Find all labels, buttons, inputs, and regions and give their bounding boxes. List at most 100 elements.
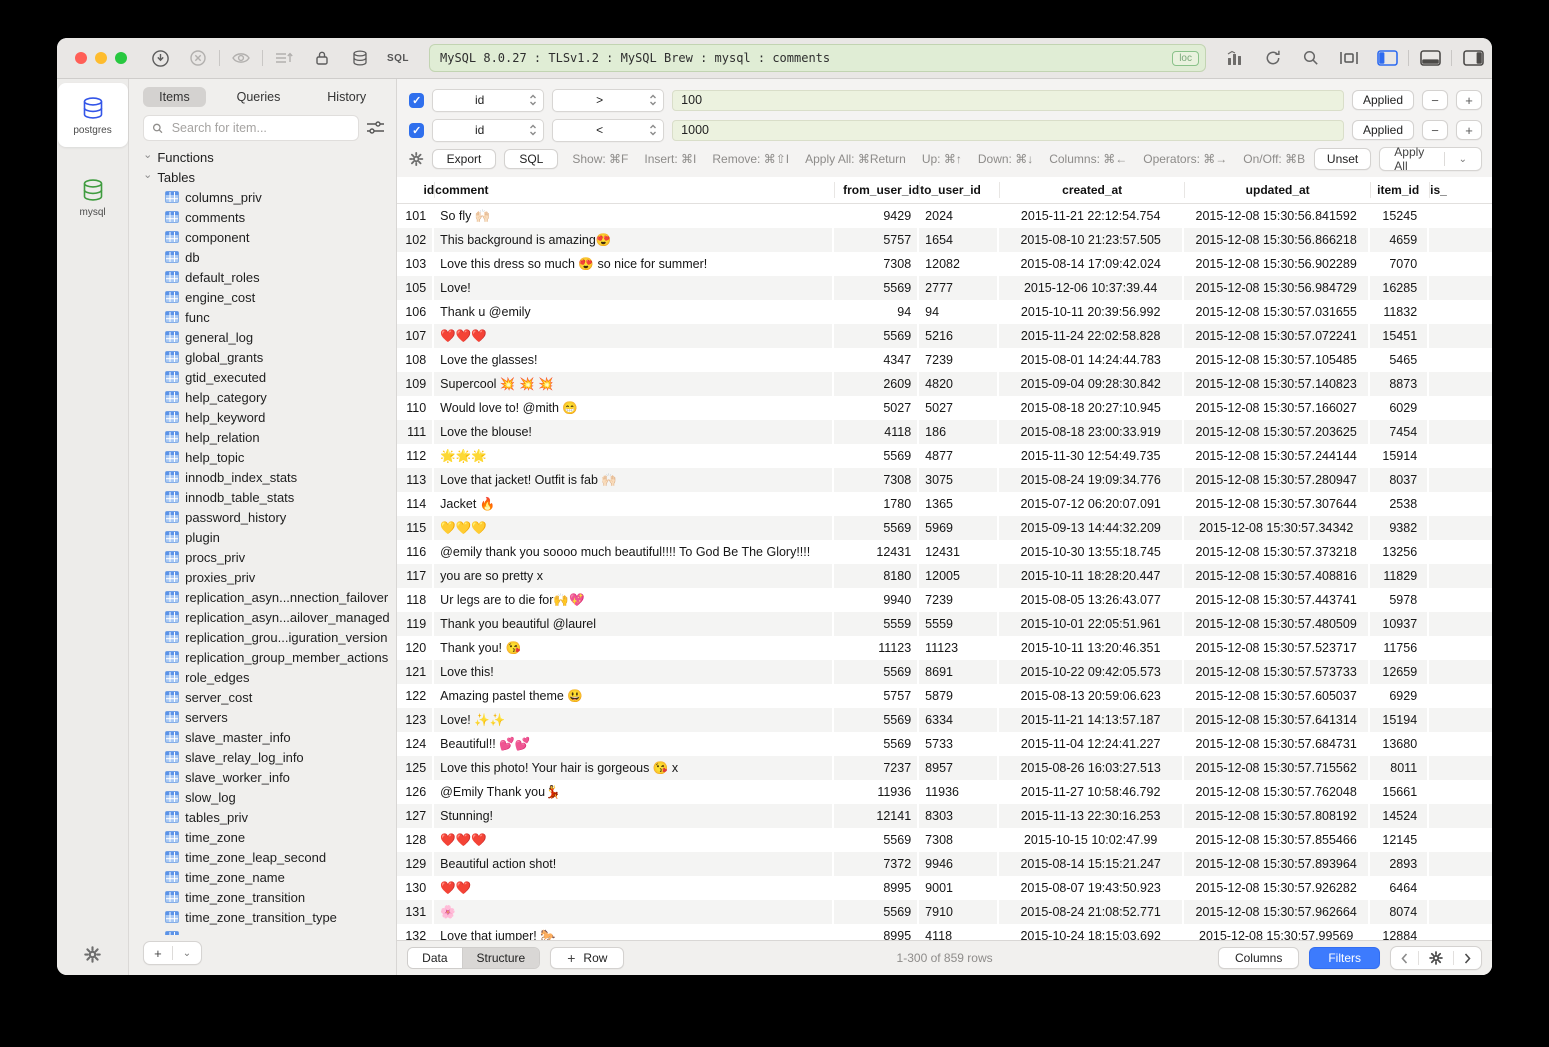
filter-1-applied-button[interactable]: Applied: [1352, 90, 1414, 110]
cell-updated_at[interactable]: 2015-12-08 15:30:56.866218: [1184, 228, 1370, 252]
cell-id[interactable]: 128: [397, 828, 434, 852]
cell-is_[interactable]: [1429, 468, 1464, 492]
cell-from_user_id[interactable]: 9429: [834, 204, 919, 228]
cell-created_at[interactable]: 2015-09-13 14:44:32.209: [999, 516, 1184, 540]
table-row[interactable]: 116@emily thank you soooo much beautiful…: [397, 540, 1492, 564]
cell-created_at[interactable]: 2015-08-24 21:08:52.771: [999, 900, 1184, 924]
cell-updated_at[interactable]: 2015-12-08 15:30:57.140823: [1184, 372, 1370, 396]
cell-comment[interactable]: Love the blouse!: [434, 420, 834, 444]
cell-to_user_id[interactable]: 5879: [919, 684, 999, 708]
cell-item_id[interactable]: 10937: [1370, 612, 1429, 636]
cell-id[interactable]: 131: [397, 900, 434, 924]
cell-created_at[interactable]: 2015-08-24 19:09:34.776: [999, 468, 1184, 492]
cell-to_user_id[interactable]: 5559: [919, 612, 999, 636]
database-icon[interactable]: [341, 45, 379, 71]
cell-from_user_id[interactable]: 12141: [834, 804, 919, 828]
cell-updated_at[interactable]: 2015-12-08 15:30:57.280947: [1184, 468, 1370, 492]
cell-comment[interactable]: Love this dress so much 😍 so nice for su…: [434, 252, 834, 276]
filter-2-column-select[interactable]: id: [432, 119, 544, 142]
refresh-icon[interactable]: [1254, 45, 1292, 71]
sidebar-item-db[interactable]: db: [143, 247, 396, 267]
lock-icon[interactable]: [303, 45, 341, 71]
cell-is_[interactable]: [1429, 804, 1464, 828]
cell-to_user_id[interactable]: 8957: [919, 756, 999, 780]
cell-from_user_id[interactable]: 2609: [834, 372, 919, 396]
column-header-updated_at[interactable]: updated_at: [1184, 182, 1370, 198]
sidebar-item-replication_asyn...nnection_failover[interactable]: replication_asyn...nnection_failover: [143, 587, 396, 607]
cell-comment[interactable]: Love this!: [434, 660, 834, 684]
cell-id[interactable]: 130: [397, 876, 434, 900]
cell-item_id[interactable]: 9382: [1370, 516, 1429, 540]
cell-id[interactable]: 107: [397, 324, 434, 348]
preview-eye-icon[interactable]: [222, 45, 260, 71]
toggle-left-sidebar-icon[interactable]: [1368, 45, 1406, 71]
sidebar-item-help_topic[interactable]: help_topic: [143, 447, 396, 467]
cell-item_id[interactable]: 13680: [1370, 732, 1429, 756]
cell-to_user_id[interactable]: 2777: [919, 276, 999, 300]
sidebar-item-help_relation[interactable]: help_relation: [143, 427, 396, 447]
cell-id[interactable]: 118: [397, 588, 434, 612]
toggle-right-panel-icon[interactable]: [1454, 45, 1492, 71]
sidebar-item-global_grants[interactable]: global_grants: [143, 347, 396, 367]
cell-id[interactable]: 126: [397, 780, 434, 804]
sidebar-item-tables_priv[interactable]: tables_priv: [143, 807, 396, 827]
cell-comment[interactable]: Love! ✨✨: [434, 708, 834, 732]
cell-comment[interactable]: 🌟🌟🌟: [434, 444, 834, 468]
table-row[interactable]: 103Love this dress so much 😍 so nice for…: [397, 252, 1492, 276]
sidebar-item-func[interactable]: func: [143, 307, 396, 327]
search-input[interactable]: [170, 120, 350, 136]
cell-id[interactable]: 106: [397, 300, 434, 324]
sidebar-item-password_history[interactable]: password_history: [143, 507, 396, 527]
cell-from_user_id[interactable]: 5027: [834, 396, 919, 420]
cell-created_at[interactable]: 2015-12-06 10:37:39.44: [999, 276, 1184, 300]
cell-is_[interactable]: [1429, 228, 1464, 252]
cell-updated_at[interactable]: 2015-12-08 15:30:57.605037: [1184, 684, 1370, 708]
cell-from_user_id[interactable]: 8180: [834, 564, 919, 588]
cell-comment[interactable]: ❤️❤️: [434, 876, 834, 900]
cell-to_user_id[interactable]: 7239: [919, 588, 999, 612]
cell-to_user_id[interactable]: 4820: [919, 372, 999, 396]
cell-comment[interactable]: Jacket 🔥: [434, 492, 834, 516]
table-row[interactable]: 115💛💛💛556959692015-09-13 14:44:32.209201…: [397, 516, 1492, 540]
cell-from_user_id[interactable]: 7237: [834, 756, 919, 780]
table-row[interactable]: 123Love! ✨✨556963342015-11-21 14:13:57.1…: [397, 708, 1492, 732]
cell-updated_at[interactable]: 2015-12-08 15:30:56.902289: [1184, 252, 1370, 276]
table-row[interactable]: 107❤️❤️❤️556952162015-11-24 22:02:58.828…: [397, 324, 1492, 348]
cell-created_at[interactable]: 2015-08-13 20:59:06.623: [999, 684, 1184, 708]
cell-id[interactable]: 112: [397, 444, 434, 468]
cell-to_user_id[interactable]: 12082: [919, 252, 999, 276]
sidebar-item-gtid_executed[interactable]: gtid_executed: [143, 367, 396, 387]
cell-created_at[interactable]: 2015-11-21 14:13:57.187: [999, 708, 1184, 732]
tab-data[interactable]: Data: [408, 948, 461, 968]
cell-id[interactable]: 115: [397, 516, 434, 540]
cell-updated_at[interactable]: 2015-12-08 15:30:57.855466: [1184, 828, 1370, 852]
cell-to_user_id[interactable]: 3075: [919, 468, 999, 492]
cell-updated_at[interactable]: 2015-12-08 15:30:57.373218: [1184, 540, 1370, 564]
tab-items[interactable]: Items: [143, 87, 206, 107]
export-button[interactable]: Export: [432, 149, 497, 169]
column-header-is_[interactable]: is_: [1429, 182, 1464, 198]
sidebar-item-replication_group_member_actions[interactable]: replication_group_member_actions: [143, 647, 396, 667]
cell-created_at[interactable]: 2015-11-24 22:02:58.828: [999, 324, 1184, 348]
cell-created_at[interactable]: 2015-11-21 22:12:54.754: [999, 204, 1184, 228]
cell-created_at[interactable]: 2015-08-14 17:09:42.024: [999, 252, 1184, 276]
cell-comment[interactable]: 🌸: [434, 900, 834, 924]
cell-comment[interactable]: Thank u @emily: [434, 300, 834, 324]
table-row[interactable]: 119Thank you beautiful @laurel5559555920…: [397, 612, 1492, 636]
cell-to_user_id[interactable]: 94: [919, 300, 999, 324]
cell-to_user_id[interactable]: 8303: [919, 804, 999, 828]
cell-item_id[interactable]: 6029: [1370, 396, 1429, 420]
table-row[interactable]: 102This background is amazing😍5757165420…: [397, 228, 1492, 252]
columns-button[interactable]: Columns: [1218, 947, 1299, 969]
cell-comment[interactable]: Would love to! @mith 😁: [434, 396, 834, 420]
cell-to_user_id[interactable]: 8691: [919, 660, 999, 684]
cell-from_user_id[interactable]: 94: [834, 300, 919, 324]
cell-is_[interactable]: [1429, 876, 1464, 900]
cell-comment[interactable]: Amazing pastel theme 😃: [434, 684, 834, 708]
cell-to_user_id[interactable]: 1654: [919, 228, 999, 252]
cell-updated_at[interactable]: 2015-12-08 15:30:56.841592: [1184, 204, 1370, 228]
cell-from_user_id[interactable]: 7308: [834, 252, 919, 276]
cell-from_user_id[interactable]: 12431: [834, 540, 919, 564]
cell-from_user_id[interactable]: 5569: [834, 444, 919, 468]
cell-comment[interactable]: This background is amazing😍: [434, 228, 834, 252]
